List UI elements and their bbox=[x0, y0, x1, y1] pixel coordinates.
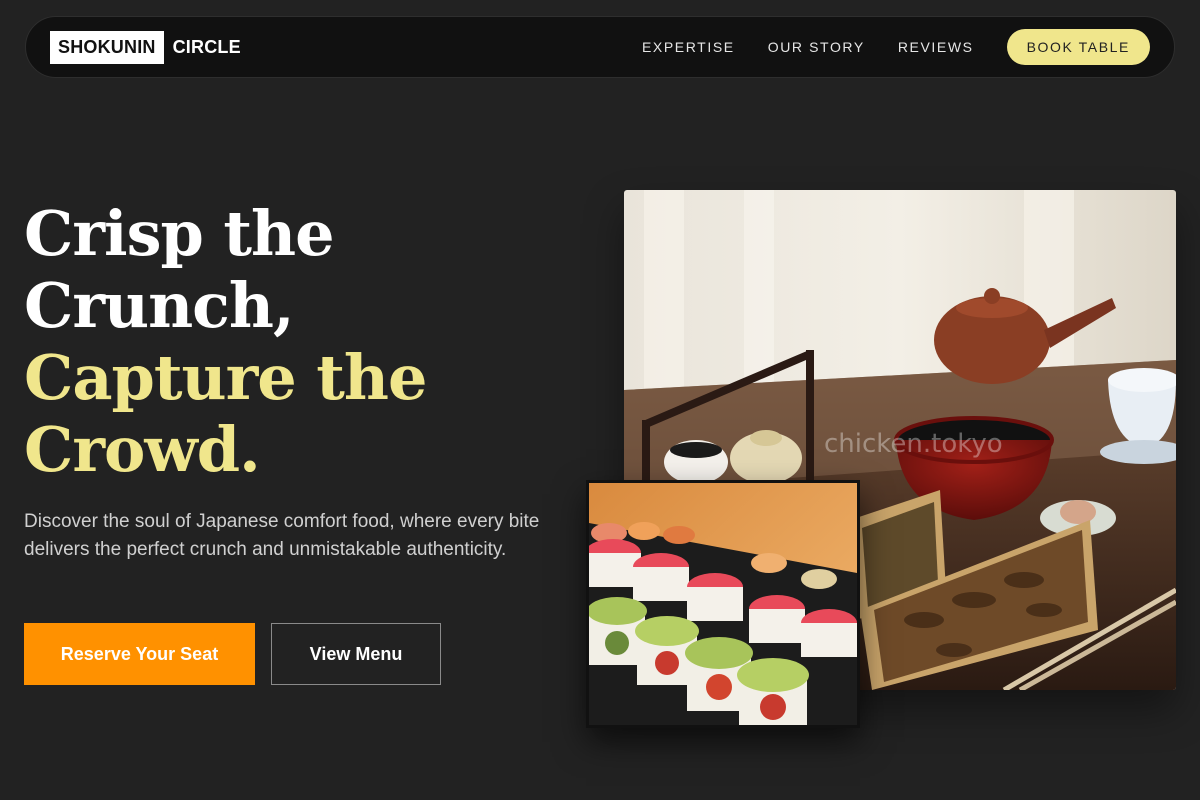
view-menu-button[interactable]: View Menu bbox=[271, 623, 441, 685]
sushi-photo-illustration bbox=[589, 483, 857, 725]
headline-line-2: Crunch, bbox=[24, 269, 295, 342]
hero-headline: Crisp the Crunch, Capture the Crowd. bbox=[24, 198, 584, 486]
headline-line-1: Crisp the bbox=[24, 197, 335, 270]
nav-link-reviews[interactable]: REVIEWS bbox=[898, 39, 974, 55]
nav-links: EXPERTISE OUR STORY REVIEWS BOOK TABLE bbox=[609, 29, 1150, 65]
logo-box: SHOKUNIN bbox=[50, 30, 164, 64]
photo-watermark: chicken.tokyo bbox=[824, 429, 1003, 459]
book-table-button[interactable]: BOOK TABLE bbox=[1006, 29, 1150, 65]
nav-link-expertise[interactable]: EXPERTISE bbox=[642, 39, 735, 55]
logo[interactable]: SHOKUNIN CIRCLE bbox=[50, 30, 241, 64]
headline-line-4: Crowd. bbox=[24, 413, 261, 486]
logo-text: CIRCLE bbox=[172, 36, 241, 57]
reserve-seat-button[interactable]: Reserve Your Seat bbox=[24, 623, 255, 685]
headline-line-3: Capture the bbox=[24, 341, 427, 414]
hero-subtext: Discover the soul of Japanese comfort fo… bbox=[24, 511, 540, 560]
top-navbar: SHOKUNIN CIRCLE EXPERTISE OUR STORY REVI… bbox=[25, 16, 1175, 78]
sushi-rolls-photo bbox=[586, 480, 860, 728]
nav-link-our-story[interactable]: OUR STORY bbox=[768, 39, 865, 55]
